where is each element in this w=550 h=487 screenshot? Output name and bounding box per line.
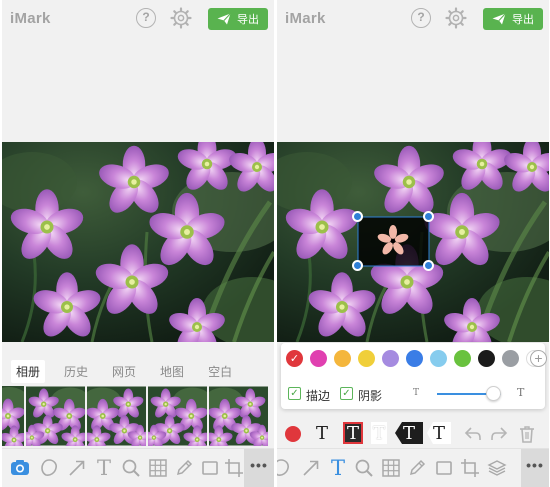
export-button[interactable]: 导出 <box>208 8 268 30</box>
size-small-icon: T <box>413 388 420 398</box>
resize-handle-top-left[interactable] <box>352 211 363 222</box>
export-label: 导出 <box>512 14 534 26</box>
tab-blank[interactable]: 空白 <box>203 360 237 383</box>
photo-thumbnail[interactable] <box>148 386 207 446</box>
color-swatch[interactable] <box>382 350 399 367</box>
tab-webpage[interactable]: 网页 <box>107 360 141 383</box>
crop-icon[interactable] <box>222 456 246 480</box>
add-color-button[interactable]: + <box>530 350 547 367</box>
export-label: 导出 <box>237 14 259 26</box>
tab-history[interactable]: 历史 <box>59 360 93 383</box>
stroke-label: 描边 <box>306 389 331 403</box>
resize-handle-bottom-right[interactable] <box>423 260 434 271</box>
layers-icon[interactable] <box>485 456 509 480</box>
top-bar: iMark ? 导出 <box>277 0 549 38</box>
color-swatch[interactable] <box>334 350 351 367</box>
editor-screen-photo-source: iMark ? 导出 相册 历史 网页 地图 空白 T ••• <box>2 0 274 487</box>
tool-bar: T ••• <box>277 448 549 487</box>
question-icon[interactable]: ? <box>411 8 431 28</box>
photo-thumbnail[interactable] <box>2 386 24 446</box>
pen-icon[interactable] <box>172 456 196 480</box>
photo-canvas[interactable] <box>2 142 274 342</box>
text-options-row: ✓ 描边 ✓ 阴影 T T <box>288 385 538 403</box>
photo-thumbnail[interactable] <box>209 386 268 446</box>
arrow-icon[interactable] <box>65 456 89 480</box>
stroke-checkbox[interactable]: ✓ <box>288 387 301 400</box>
export-button[interactable]: 导出 <box>483 8 543 30</box>
text-style-panel: ✓ + ✓ 描边 ✓ 阴影 T T <box>281 343 547 409</box>
text-icon[interactable]: T <box>92 456 116 480</box>
photo-thumbnail[interactable] <box>87 386 146 446</box>
current-color-dot[interactable] <box>285 426 301 442</box>
tool-bar: T ••• <box>2 448 274 487</box>
magnifier-icon[interactable] <box>119 456 143 480</box>
tab-album[interactable]: 相册 <box>11 359 46 383</box>
color-swatch[interactable] <box>430 350 447 367</box>
color-swatch[interactable] <box>358 350 375 367</box>
send-icon <box>492 13 506 25</box>
send-icon <box>217 13 231 25</box>
color-palette: ✓ <box>286 350 543 367</box>
color-swatch[interactable] <box>478 350 495 367</box>
watermark-selection[interactable] <box>357 216 430 267</box>
text-style-plain[interactable]: T <box>311 422 333 444</box>
text-style-row: T T T T T <box>277 416 549 452</box>
size-slider-thumb[interactable] <box>486 386 502 401</box>
text-style-black-tag[interactable]: T <box>395 422 423 444</box>
text-style-white-block[interactable]: T <box>371 422 387 444</box>
question-icon[interactable]: ? <box>136 8 156 28</box>
app-logo: iMark <box>10 10 51 27</box>
more-button[interactable]: ••• <box>521 449 549 487</box>
shadow-label: 阴影 <box>358 389 383 403</box>
gear-icon[interactable] <box>445 7 467 29</box>
shadow-checkbox[interactable]: ✓ <box>340 387 353 400</box>
trash-icon[interactable] <box>515 422 539 446</box>
gear-icon[interactable] <box>170 7 192 29</box>
photo-thumbnail[interactable] <box>26 386 85 446</box>
color-swatch[interactable] <box>454 350 471 367</box>
mosaic-icon[interactable] <box>379 456 403 480</box>
text-style-red-outline[interactable]: T <box>343 422 363 444</box>
camera-icon[interactable] <box>8 456 32 480</box>
photo-thumbnail-strip[interactable] <box>2 386 274 446</box>
redo-icon[interactable] <box>487 422 511 446</box>
undo-icon[interactable] <box>461 422 485 446</box>
color-swatch[interactable] <box>406 350 423 367</box>
color-swatch[interactable] <box>502 350 519 367</box>
top-bar: iMark ? 导出 <box>2 0 274 38</box>
color-swatch[interactable]: ✓ <box>286 350 303 367</box>
arrow-icon[interactable] <box>299 456 323 480</box>
text-icon[interactable]: T <box>326 456 350 480</box>
source-tabs: 相册 历史 网页 地图 空白 <box>2 358 274 384</box>
crop-icon[interactable] <box>458 456 482 480</box>
tab-map[interactable]: 地图 <box>155 360 189 383</box>
app-logo: iMark <box>285 10 326 27</box>
text-style-white-tag[interactable]: T <box>427 422 451 444</box>
shape-icon[interactable] <box>277 456 293 480</box>
resize-handle-top-right[interactable] <box>423 211 434 222</box>
resize-handle-bottom-left[interactable] <box>352 260 363 271</box>
mosaic-icon[interactable] <box>146 456 170 480</box>
rectangle-icon[interactable] <box>432 456 456 480</box>
photo-canvas[interactable] <box>277 142 549 342</box>
size-large-icon: T <box>517 386 525 399</box>
more-button[interactable]: ••• <box>244 449 274 487</box>
magnifier-icon[interactable] <box>352 456 376 480</box>
pen-icon[interactable] <box>405 456 429 480</box>
color-swatch[interactable] <box>310 350 327 367</box>
editor-screen-text-style: iMark ? 导出 ✓ + ✓ 描边 ✓ 阴影 T T T T T T T T… <box>277 0 549 487</box>
rectangle-icon[interactable] <box>198 456 222 480</box>
shape-icon[interactable] <box>37 456 61 480</box>
